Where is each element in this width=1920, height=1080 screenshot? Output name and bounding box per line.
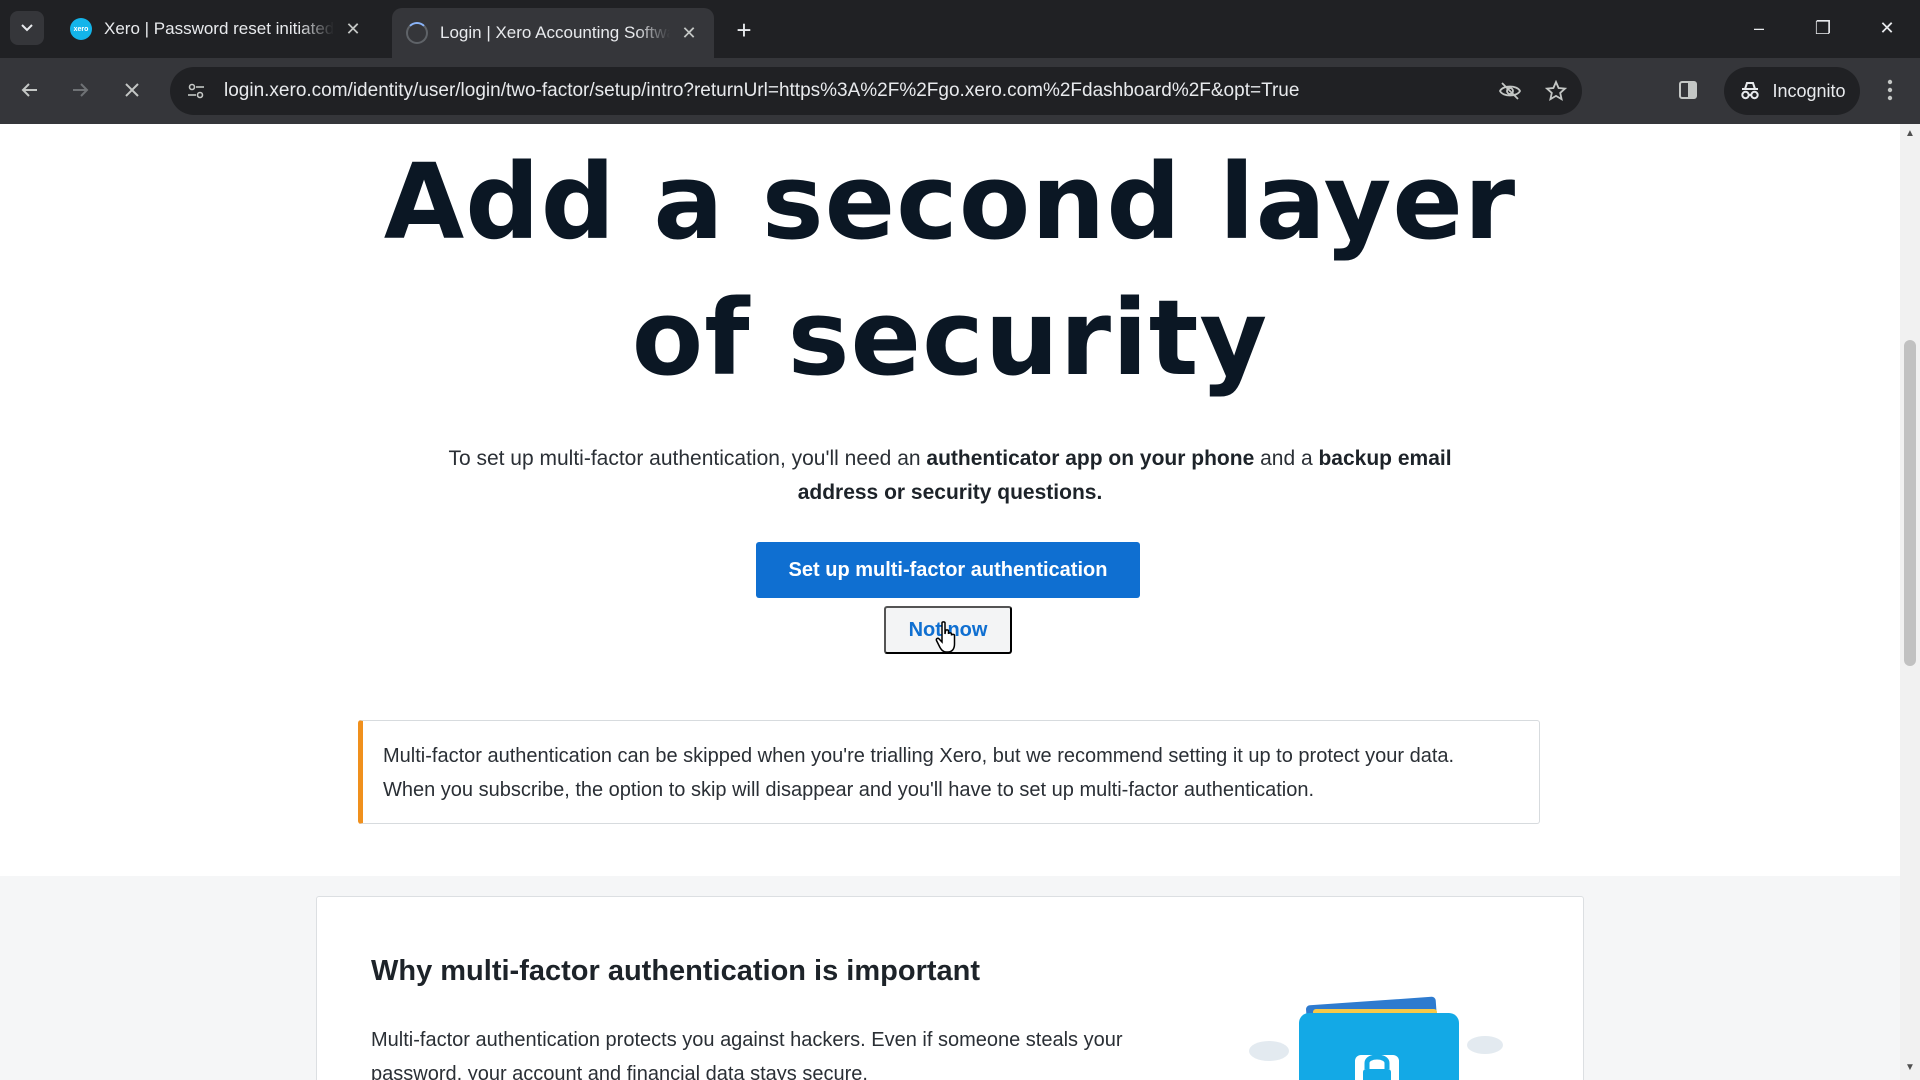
tab-title: Xero | Password reset initiated bbox=[104, 19, 334, 38]
card-body: Multi-factor authentication protects you… bbox=[371, 1029, 1123, 1080]
forward-arrow-icon bbox=[73, 83, 89, 97]
pointer-cursor-icon bbox=[935, 621, 956, 653]
intro-part-1: To set up multi-factor authentication, y… bbox=[448, 447, 927, 470]
xero-favicon-icon: xero bbox=[70, 18, 92, 40]
page-scrollbar[interactable]: ▲ ▼ bbox=[1900, 124, 1920, 1080]
intro-bold-1: authenticator app on your phone bbox=[926, 447, 1255, 470]
intro-text: To set up multi-factor authentication, y… bbox=[420, 442, 1480, 510]
window-close-button[interactable]: ✕ bbox=[1862, 8, 1912, 48]
scrollbar-thumb[interactable] bbox=[1904, 340, 1916, 666]
stop-icon bbox=[125, 83, 139, 97]
forward-button[interactable] bbox=[60, 70, 100, 110]
tab-login[interactable]: Login | Xero Accounting Software ✕ bbox=[392, 8, 714, 58]
incognito-label: Incognito bbox=[1772, 80, 1846, 101]
loading-spinner-icon bbox=[406, 22, 428, 44]
close-icon[interactable]: ✕ bbox=[342, 18, 364, 40]
tab-search-button[interactable] bbox=[10, 11, 44, 45]
back-button[interactable] bbox=[10, 70, 50, 110]
star-icon[interactable] bbox=[1536, 71, 1576, 111]
page-title-line-2: of security bbox=[631, 277, 1269, 399]
incognito-profile-button[interactable]: Incognito bbox=[1724, 67, 1860, 115]
browser-menu-button[interactable] bbox=[1870, 70, 1910, 110]
new-tab-button[interactable]: + bbox=[728, 14, 760, 46]
notice-line-2: When you subscribe, the option to skip w… bbox=[383, 779, 1315, 801]
address-bar[interactable]: login.xero.com/identity/user/login/two-f… bbox=[170, 67, 1582, 115]
folder-lock-illustration bbox=[1249, 996, 1503, 1080]
side-panel-button[interactable] bbox=[1668, 70, 1708, 110]
page-title-line-1: Add a second layer bbox=[383, 141, 1517, 263]
scroll-down-arrow-icon[interactable]: ▼ bbox=[1904, 1062, 1916, 1076]
card-title: Why multi-factor authentication is impor… bbox=[371, 955, 981, 987]
site-info-icon[interactable] bbox=[176, 71, 216, 111]
setup-mfa-button[interactable]: Set up multi-factor authentication bbox=[756, 542, 1140, 598]
close-icon[interactable]: ✕ bbox=[678, 22, 700, 44]
kebab-menu-icon bbox=[1887, 79, 1893, 101]
page-content: Add a second layer of security To set up… bbox=[0, 124, 1900, 1080]
notice-line-1: Multi-factor authentication can be skipp… bbox=[383, 745, 1455, 767]
browser-toolbar: login.xero.com/identity/user/login/two-f… bbox=[0, 58, 1920, 124]
stop-loading-button[interactable] bbox=[112, 70, 152, 110]
intro-part-2: and a bbox=[1254, 447, 1319, 470]
page-title: Add a second layer of security bbox=[0, 134, 1900, 406]
restore-button[interactable]: ❐ bbox=[1798, 8, 1848, 48]
tab-password-reset[interactable]: xero Xero | Password reset initiated ✕ bbox=[56, 8, 378, 50]
eye-off-icon[interactable] bbox=[1490, 71, 1530, 111]
side-panel-icon bbox=[1679, 81, 1697, 99]
chevron-down-icon bbox=[21, 24, 33, 32]
minimize-button[interactable]: – bbox=[1734, 8, 1784, 48]
trial-notice: Multi-factor authentication can be skipp… bbox=[358, 720, 1540, 824]
why-mfa-card: Why multi-factor authentication is impor… bbox=[316, 896, 1584, 1080]
tab-title: Login | Xero Accounting Software bbox=[440, 23, 670, 42]
url-text[interactable]: login.xero.com/identity/user/login/two-f… bbox=[224, 80, 1490, 102]
incognito-icon bbox=[1741, 82, 1760, 100]
browser-tab-bar: xero Xero | Password reset initiated ✕ L… bbox=[0, 0, 1920, 58]
scroll-up-arrow-icon[interactable]: ▲ bbox=[1904, 128, 1916, 142]
back-arrow-icon bbox=[21, 83, 37, 97]
